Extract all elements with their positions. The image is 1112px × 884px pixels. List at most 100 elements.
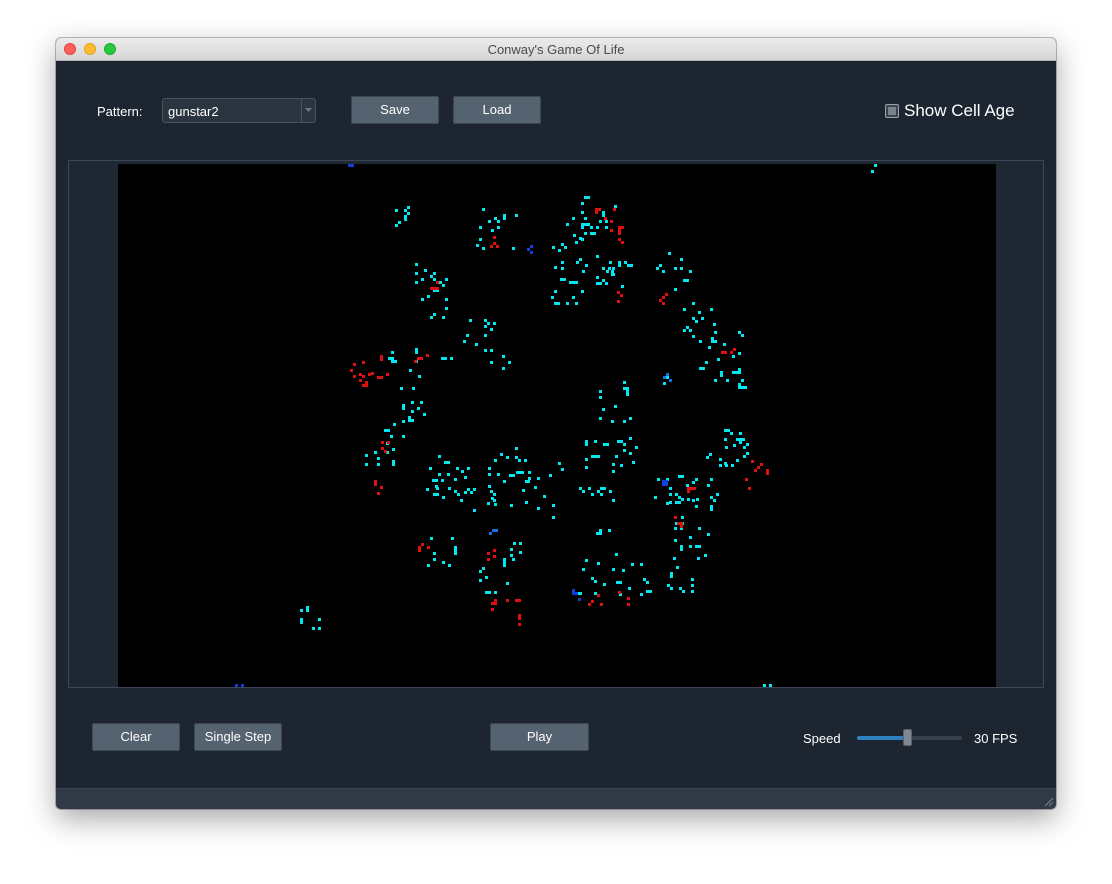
- cell: [618, 591, 621, 594]
- cell: [392, 463, 395, 466]
- cell: [687, 490, 690, 493]
- cell: [497, 226, 500, 229]
- resize-grip-icon[interactable]: [1044, 797, 1054, 807]
- cell: [438, 473, 441, 476]
- cell: [560, 278, 563, 281]
- cell: [646, 590, 649, 593]
- cell: [515, 456, 518, 459]
- cell: [587, 223, 590, 226]
- cell: [387, 429, 390, 432]
- cell: [596, 226, 599, 229]
- cell: [512, 247, 515, 250]
- cell: [721, 351, 724, 354]
- cell: [628, 587, 631, 590]
- cell: [693, 487, 696, 490]
- cell: [497, 473, 500, 476]
- cell: [350, 369, 353, 372]
- cell: [621, 226, 624, 229]
- speed-slider[interactable]: [857, 728, 962, 748]
- cell: [409, 369, 412, 372]
- cell: [579, 258, 582, 261]
- cell: [597, 594, 600, 597]
- cell: [318, 618, 321, 621]
- cell: [710, 496, 713, 499]
- cell: [602, 267, 605, 270]
- cell: [515, 599, 518, 602]
- play-button[interactable]: Play: [490, 723, 589, 751]
- cell: [444, 357, 447, 360]
- cell: [735, 371, 738, 374]
- cell: [674, 539, 677, 542]
- cell: [623, 381, 626, 384]
- single-step-button[interactable]: Single Step: [194, 723, 282, 751]
- cell: [692, 335, 695, 338]
- cell: [552, 246, 555, 249]
- cell: [445, 298, 448, 301]
- cell: [494, 591, 497, 594]
- cell: [561, 468, 564, 471]
- cell: [561, 261, 564, 264]
- cell: [537, 507, 540, 510]
- cell: [441, 357, 444, 360]
- cell: [631, 563, 634, 566]
- cell: [678, 501, 681, 504]
- cell: [377, 463, 380, 466]
- cell: [430, 316, 433, 319]
- cell: [640, 593, 643, 596]
- cell: [518, 459, 521, 462]
- clear-button[interactable]: Clear: [92, 723, 180, 751]
- cell: [423, 413, 426, 416]
- cell: [588, 603, 591, 606]
- cell: [381, 447, 384, 450]
- cell: [503, 558, 506, 561]
- cell: [603, 583, 606, 586]
- cell: [359, 373, 362, 376]
- cell: [482, 247, 485, 250]
- cell: [436, 287, 439, 290]
- cell: [412, 387, 415, 390]
- cell: [404, 215, 407, 218]
- cell: [393, 423, 396, 426]
- cell: [490, 349, 493, 352]
- cell: [487, 502, 490, 505]
- cell: [374, 483, 377, 486]
- cell: [623, 387, 626, 390]
- cell: [447, 473, 450, 476]
- cell: [732, 355, 735, 358]
- pattern-select-arrow[interactable]: [301, 99, 315, 122]
- cell: [436, 487, 439, 490]
- cell: [411, 410, 414, 413]
- cell: [679, 587, 682, 590]
- speed-slider-fill: [857, 736, 907, 740]
- cell: [503, 561, 506, 564]
- cell: [515, 214, 518, 217]
- speed-slider-handle[interactable]: [903, 729, 912, 746]
- cell: [395, 224, 398, 227]
- cell: [626, 387, 629, 390]
- cell: [408, 416, 411, 419]
- cell: [528, 471, 531, 474]
- life-board[interactable]: [118, 164, 996, 687]
- cell: [760, 463, 763, 466]
- cell: [512, 558, 515, 561]
- cell: [426, 488, 429, 491]
- cell: [479, 579, 482, 582]
- pattern-select[interactable]: gunstar2: [162, 98, 316, 123]
- show-cell-age-checkbox[interactable]: [885, 104, 899, 118]
- save-button[interactable]: Save: [351, 96, 439, 124]
- load-button[interactable]: Load: [453, 96, 541, 124]
- cell: [582, 490, 585, 493]
- cell: [241, 684, 244, 687]
- cell: [392, 460, 395, 463]
- cell: [473, 488, 476, 491]
- show-cell-age-label[interactable]: Show Cell Age: [904, 101, 1015, 121]
- cell: [454, 490, 457, 493]
- cell: [402, 435, 405, 438]
- cell: [609, 490, 612, 493]
- cell: [454, 478, 457, 481]
- cell: [503, 214, 506, 217]
- cell: [597, 562, 600, 565]
- window-title: Conway's Game Of Life: [487, 42, 625, 57]
- cell: [421, 298, 424, 301]
- cell: [626, 390, 629, 393]
